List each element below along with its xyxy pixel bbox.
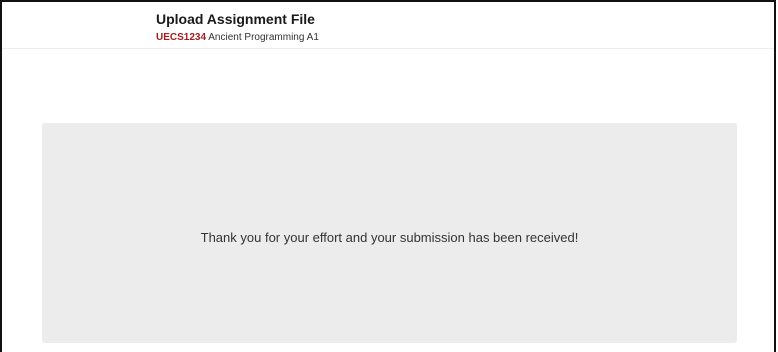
page-header: Upload Assignment File UECS1234 Ancient … xyxy=(2,2,774,49)
course-name: Ancient Programming A1 xyxy=(208,32,319,43)
page-title: Upload Assignment File xyxy=(156,11,315,27)
confirmation-message: Thank you for your effort and your submi… xyxy=(200,229,579,245)
course-subtitle: UECS1234 Ancient Programming A1 xyxy=(156,32,319,43)
course-code: UECS1234 xyxy=(156,32,207,43)
submission-confirmation-panel: Thank you for your effort and your submi… xyxy=(42,123,737,343)
app-window: Upload Assignment File UECS1234 Ancient … xyxy=(0,0,776,352)
